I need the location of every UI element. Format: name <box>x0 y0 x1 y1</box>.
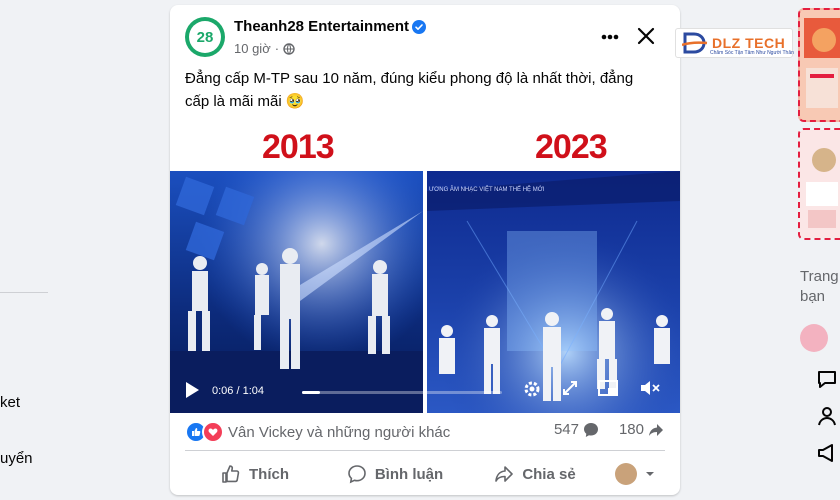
post-caption: Đẳng cấp M-TP sau 10 năm, đúng kiểu phon… <box>185 67 655 113</box>
play-icon[interactable] <box>184 381 200 399</box>
page-avatar[interactable] <box>800 324 828 352</box>
dlz-logo-icon <box>682 32 708 54</box>
love-reaction-icon <box>202 421 224 443</box>
year-label-left: 2013 <box>262 128 335 166</box>
post-time[interactable]: 10 giờ <box>234 41 271 56</box>
year-label-right: 2023 <box>535 128 608 166</box>
share-button[interactable]: Chia sẻ <box>465 464 605 484</box>
sidebar-divider <box>0 292 48 293</box>
share-count[interactable]: 180 <box>619 421 644 438</box>
more-options-icon[interactable] <box>595 27 625 47</box>
video-progress-bar[interactable] <box>302 391 502 394</box>
sidebar-item-saved[interactable]: uyển <box>0 450 33 467</box>
picture-in-picture-icon[interactable] <box>598 380 618 396</box>
time-separator: / <box>236 385 240 397</box>
share-icon <box>495 466 514 482</box>
thumbs-up-icon <box>222 465 240 483</box>
stage-banner-text: ƯƠNG ÂM NHẠC VIỆT NAM THẾ HỆ MỚI <box>429 187 545 193</box>
reactions-summary[interactable]: Vân Vickey và những người khác <box>185 421 450 443</box>
reaction-names[interactable]: Vân Vickey và những người khác <box>228 424 450 441</box>
right-section-title-2: bạn <box>800 288 826 305</box>
left-sidebar: ket uyển <box>0 0 150 500</box>
public-globe-icon <box>283 42 295 55</box>
share-as-selector[interactable] <box>605 463 665 485</box>
settings-gear-icon[interactable] <box>522 379 542 399</box>
video-progress-fill <box>302 391 320 394</box>
share-arrow-icon <box>649 423 663 436</box>
caption-line-2: cấp là mãi mãi <box>185 93 282 110</box>
avatar-text: 28 <box>189 21 221 53</box>
sponsored-ad-1[interactable] <box>798 8 840 122</box>
post-divider <box>185 450 665 451</box>
author-name[interactable]: Theanh28 Entertainment <box>234 18 409 35</box>
share-label: Chia sẻ <box>522 465 576 483</box>
user-avatar <box>615 463 637 485</box>
video-time: 0:06 / 1:04 <box>212 385 264 397</box>
post-video[interactable]: 2013 2023 ƯƠNG ÂM NHẠC VIỆT NAM THẾ HỆ M… <box>170 123 680 413</box>
person-icon[interactable] <box>816 405 838 427</box>
comment-button[interactable]: Bình luận <box>325 464 465 484</box>
author-avatar[interactable]: 28 <box>185 17 225 57</box>
dot-separator: · <box>274 41 280 56</box>
post-actions: Thích Bình luận Chia sẻ <box>185 457 665 491</box>
like-label: Thích <box>249 465 289 483</box>
watermark-subtitle: Chăm Sóc Tận Tâm Như Người Thân <box>710 50 794 56</box>
comment-label: Bình luận <box>374 465 444 483</box>
video-total-time: 1:04 <box>242 385 265 397</box>
like-button[interactable]: Thích <box>185 464 325 484</box>
dlz-tech-watermark: DLZ TECH Chăm Sóc Tận Tâm Như Người Thân <box>675 28 794 58</box>
caption-line-1: Đẳng cấp M-TP sau 10 năm, đúng kiểu phon… <box>185 70 634 87</box>
engagement-counts: 547 180 <box>554 421 664 438</box>
megaphone-icon[interactable] <box>816 442 838 464</box>
comment-bubble-icon <box>583 422 598 437</box>
right-section-title-1: Trang <box>800 268 839 285</box>
watermark-title: DLZ TECH <box>712 35 786 51</box>
feed-post: 28 Theanh28 Entertainment 10 giờ · Đẳng … <box>170 5 680 495</box>
emoji-icon: 🥹 <box>285 93 305 110</box>
expand-icon[interactable] <box>561 379 579 397</box>
verified-badge-icon <box>412 20 426 34</box>
close-icon[interactable] <box>635 25 657 47</box>
chat-icon[interactable] <box>816 368 838 390</box>
video-current-time: 0:06 <box>212 385 234 397</box>
comment-count[interactable]: 547 <box>554 421 579 438</box>
sponsored-ad-2[interactable] <box>798 128 840 240</box>
mute-icon[interactable] <box>640 380 660 396</box>
sidebar-item-market[interactable]: ket <box>0 394 20 411</box>
comment-icon <box>348 465 366 484</box>
post-meta: 10 giờ · <box>234 41 295 56</box>
chevron-down-icon <box>646 472 654 476</box>
